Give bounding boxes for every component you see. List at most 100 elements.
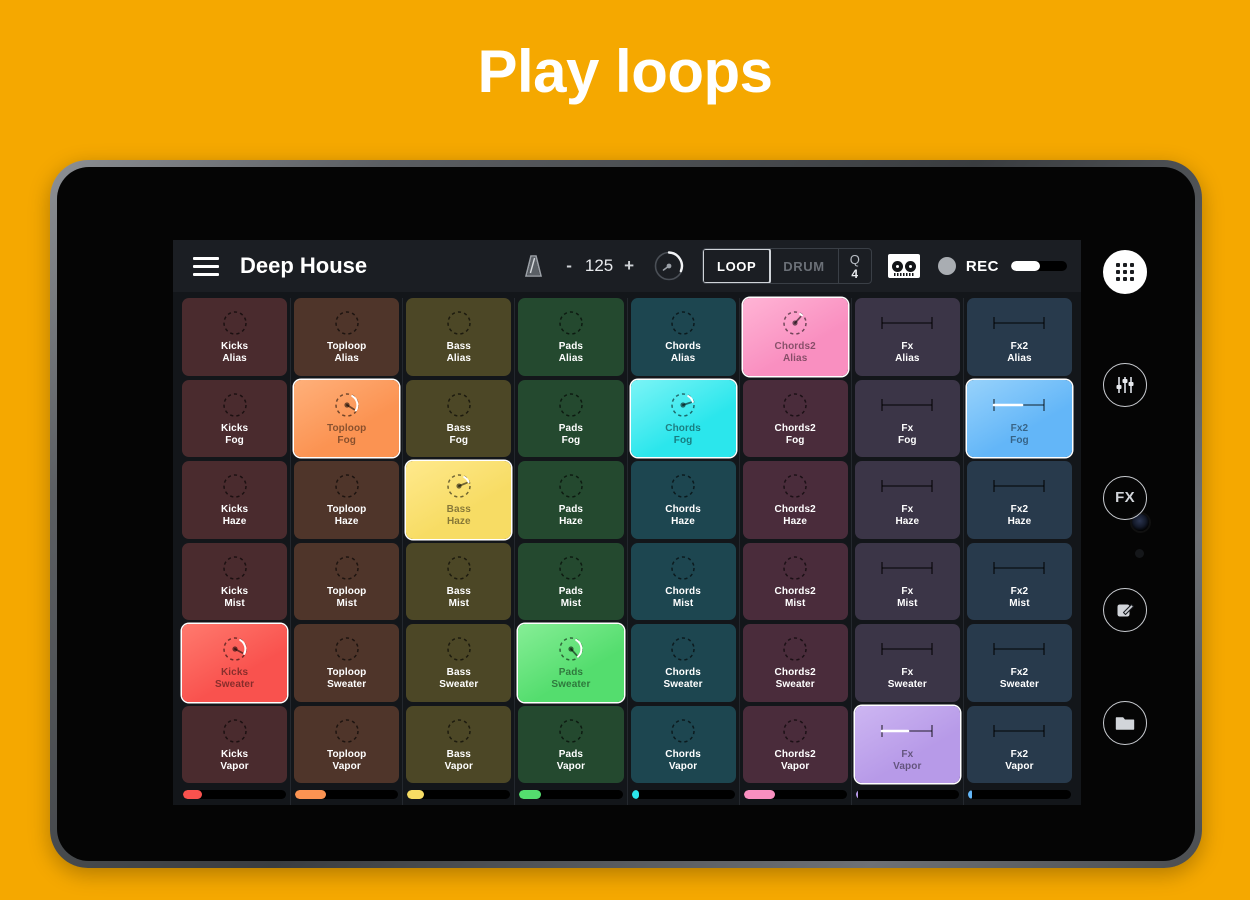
column-progress-bar[interactable] — [295, 790, 399, 799]
fx-button[interactable]: FX — [1103, 475, 1147, 520]
quantize-button[interactable]: Q 4 — [839, 249, 871, 283]
edit-button[interactable] — [1103, 588, 1147, 633]
pad-chords2-fog[interactable]: Chords2 Fog — [742, 379, 848, 457]
pad-fx-haze[interactable]: Fx Haze — [854, 461, 960, 539]
pad-chords-mist[interactable]: Chords Mist — [630, 542, 736, 620]
pad-bass-sweater[interactable]: Bass Sweater — [406, 624, 512, 702]
column-progress-bar[interactable] — [631, 790, 735, 799]
pad-label: Chords Vapor — [665, 748, 701, 772]
pad-toploop-alias[interactable]: Toploop Alias — [294, 298, 400, 376]
pad-kicks-sweater[interactable]: Kicks Sweater — [182, 624, 288, 702]
pad-chords-fog[interactable]: Chords Fog — [630, 379, 736, 457]
pad-kicks-alias[interactable]: Kicks Alias — [182, 298, 288, 376]
pad-fx-sweater[interactable]: Fx Sweater — [854, 624, 960, 702]
pad-fx2-vapor[interactable]: Fx2 Vapor — [966, 705, 1072, 783]
pad-kicks-vapor[interactable]: Kicks Vapor — [182, 705, 288, 783]
pad-chords-sweater[interactable]: Chords Sweater — [630, 624, 736, 702]
pad-knob-icon — [557, 634, 585, 664]
pad-slider-icon — [880, 553, 934, 583]
pad-pads-mist[interactable]: Pads Mist — [518, 542, 624, 620]
pad-toploop-mist[interactable]: Toploop Mist — [294, 542, 400, 620]
pad-knob-icon — [445, 390, 473, 420]
browser-button[interactable] — [1103, 701, 1147, 745]
record-dot-icon[interactable] — [937, 257, 956, 275]
pad-label: Fx2 Mist — [1009, 585, 1030, 609]
pad-fx-mist[interactable]: Fx Mist — [854, 542, 960, 620]
pad-kicks-haze[interactable]: Kicks Haze — [182, 461, 288, 539]
mixer-button[interactable] — [1103, 362, 1147, 407]
pad-fx2-mist[interactable]: Fx2 Mist — [966, 542, 1072, 620]
pad-pads-haze[interactable]: Pads Haze — [518, 461, 624, 539]
metronome-icon[interactable] — [525, 255, 543, 277]
pad-knob-icon — [333, 634, 361, 664]
pad-chords-alias[interactable]: Chords Alias — [630, 298, 736, 376]
column-progress-bar[interactable] — [519, 790, 623, 799]
column-progress-bar[interactable] — [743, 790, 847, 799]
column-progress-bar[interactable] — [855, 790, 959, 799]
pad-chords2-vapor[interactable]: Chords2 Vapor — [742, 705, 848, 783]
pad-pads-sweater[interactable]: Pads Sweater — [518, 624, 624, 702]
tape-deck-icon[interactable] — [887, 254, 920, 278]
pad-chords2-mist[interactable]: Chords2 Mist — [742, 542, 848, 620]
pad-slider-icon — [880, 471, 934, 501]
pad-chords-haze[interactable]: Chords Haze — [630, 461, 736, 539]
tempo-decrease-button[interactable]: - — [560, 256, 578, 276]
pad-label: Toploop Vapor — [326, 748, 367, 772]
hamburger-menu-icon[interactable] — [193, 256, 219, 276]
pad-knob-icon — [781, 471, 809, 501]
pad-toploop-vapor[interactable]: Toploop Vapor — [294, 705, 400, 783]
pad-bass-alias[interactable]: Bass Alias — [406, 298, 512, 376]
tape-reel-right-icon — [904, 260, 916, 272]
column-progress-bar[interactable] — [183, 790, 287, 799]
pad-label: Chords2 Alias — [774, 341, 816, 365]
pad-fx2-fog[interactable]: Fx2 Fog — [966, 379, 1072, 457]
project-title: Deep House — [240, 253, 368, 278]
tempo-increase-button[interactable]: + — [620, 256, 638, 276]
pad-bass-vapor[interactable]: Bass Vapor — [406, 705, 512, 783]
grid-view-button[interactable] — [1103, 250, 1147, 294]
pad-fx-alias[interactable]: Fx Alias — [854, 298, 960, 376]
pad-column-pads: Pads Alias Pads Fog Pads Haze Pads Mist Pads Swea… — [515, 298, 628, 805]
pad-label: Fx Alias — [895, 341, 920, 365]
pad-toploop-fog[interactable]: Toploop Fog — [294, 379, 400, 457]
pad-bass-fog[interactable]: Bass Fog — [406, 379, 512, 457]
rotary-knob-icon[interactable] — [652, 249, 686, 283]
tape-strip-icon — [893, 273, 914, 276]
pad-chords2-haze[interactable]: Chords2 Haze — [742, 461, 848, 539]
pad-kicks-mist[interactable]: Kicks Mist — [182, 542, 288, 620]
pad-label: Fx Vapor — [893, 748, 922, 772]
mode-loop-button[interactable]: LOOP — [703, 249, 772, 283]
column-progress-bar[interactable] — [407, 790, 511, 799]
pad-fx2-haze[interactable]: Fx2 Haze — [966, 461, 1072, 539]
pad-chords2-alias[interactable]: Chords2 Alias — [742, 298, 848, 376]
pad-label: Bass Vapor — [444, 748, 473, 772]
pad-toploop-haze[interactable]: Toploop Haze — [294, 461, 400, 539]
volume-slider[interactable] — [1011, 261, 1067, 271]
pad-knob-icon — [445, 716, 473, 746]
pad-label: Pads Fog — [558, 422, 584, 446]
pad-label: Chords2 Sweater — [774, 667, 816, 691]
mode-selector[interactable]: LOOP DRUM Q 4 — [702, 248, 872, 284]
column-progress-bar[interactable] — [967, 790, 1071, 799]
pad-label: Toploop Sweater — [326, 667, 367, 691]
pad-fx2-alias[interactable]: Fx2 Alias — [966, 298, 1072, 376]
pad-pads-vapor[interactable]: Pads Vapor — [518, 705, 624, 783]
pad-bass-mist[interactable]: Bass Mist — [406, 542, 512, 620]
pad-kicks-fog[interactable]: Kicks Fog — [182, 379, 288, 457]
faders-icon — [1116, 376, 1134, 393]
column-progress-fill — [743, 790, 775, 799]
pad-pads-fog[interactable]: Pads Fog — [518, 379, 624, 457]
pad-toploop-sweater[interactable]: Toploop Sweater — [294, 624, 400, 702]
pad-chords2-sweater[interactable]: Chords2 Sweater — [742, 624, 848, 702]
pad-fx2-sweater[interactable]: Fx2 Sweater — [966, 624, 1072, 702]
pad-slider-icon — [880, 390, 934, 420]
mode-drum-button[interactable]: DRUM — [770, 249, 839, 283]
pad-label: Chords2 Haze — [774, 504, 816, 528]
pad-fx-fog[interactable]: Fx Fog — [854, 379, 960, 457]
pad-chords-vapor[interactable]: Chords Vapor — [630, 705, 736, 783]
pad-pads-alias[interactable]: Pads Alias — [518, 298, 624, 376]
pad-bass-haze[interactable]: Bass Haze — [406, 461, 512, 539]
pad-label: Fx Fog — [897, 422, 917, 446]
pad-fx-vapor[interactable]: Fx Vapor — [854, 705, 960, 783]
folder-icon — [1115, 717, 1135, 730]
